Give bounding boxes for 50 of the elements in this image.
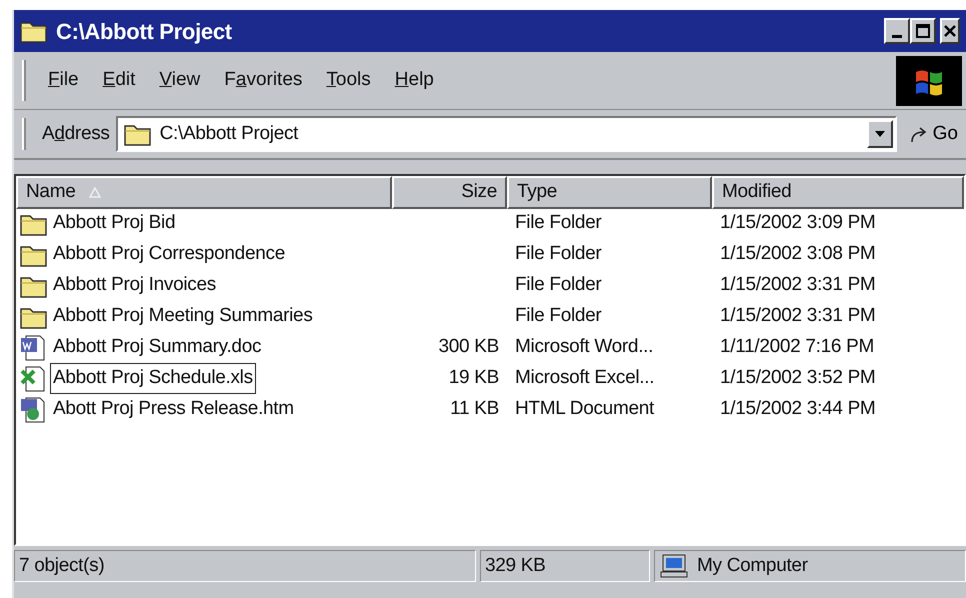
column-header[interactable]: Size bbox=[392, 176, 507, 208]
column-header[interactable]: Modified bbox=[712, 176, 964, 208]
minimize-icon bbox=[892, 34, 902, 38]
status-pane: My Computer bbox=[654, 550, 966, 582]
computer-icon bbox=[659, 553, 689, 579]
file-type: Microsoft Word... bbox=[515, 336, 654, 358]
file-type: File Folder bbox=[515, 212, 602, 234]
menu-item[interactable]: File bbox=[36, 66, 91, 95]
caret-icon bbox=[874, 131, 885, 137]
file-type: File Folder bbox=[515, 243, 602, 264]
file-name[interactable]: Abbott Proj Summary.doc bbox=[50, 332, 264, 363]
file-size: 300 KB bbox=[438, 336, 499, 358]
file-size: 19 KB bbox=[448, 367, 499, 388]
status-pane: 7 object(s) bbox=[14, 550, 476, 582]
file-size: 11 KB bbox=[450, 398, 499, 420]
file-type: Microsoft Excel... bbox=[515, 367, 654, 388]
menu-item[interactable]: Edit bbox=[90, 66, 148, 95]
modified-date: 1/15/2002 3:52 PM bbox=[720, 367, 876, 388]
file-type: HTML Document bbox=[515, 398, 654, 420]
maximize-icon bbox=[916, 24, 930, 38]
file-type: File Folder bbox=[515, 274, 602, 296]
modified-date: 1/15/2002 3:44 PM bbox=[720, 398, 876, 420]
minimize-button[interactable] bbox=[884, 18, 910, 44]
file-name[interactable]: Abbott Proj Meeting Summaries bbox=[50, 301, 316, 332]
status-pane: 329 KB bbox=[480, 550, 650, 582]
menu-item[interactable]: Tools bbox=[314, 66, 383, 95]
modified-date: 1/11/2002 7:16 PM bbox=[720, 336, 874, 358]
file-name[interactable]: Abbott Proj Schedule.xls bbox=[50, 363, 256, 394]
go-button[interactable]: Go bbox=[902, 120, 966, 148]
window-title: C:\Abbott Project bbox=[56, 18, 233, 46]
file-name[interactable]: Abbott Proj Correspondence bbox=[50, 239, 288, 270]
close-button[interactable] bbox=[940, 18, 960, 44]
dropdown-button[interactable] bbox=[866, 120, 893, 148]
address-field[interactable]: C:\Abbott Project bbox=[116, 116, 897, 152]
modified-date: 1/15/2002 3:08 PM bbox=[720, 243, 876, 264]
file-name[interactable]: Abott Proj Press Release.htm bbox=[50, 394, 297, 425]
address-label: Address bbox=[42, 122, 110, 146]
menu-item[interactable]: Help bbox=[382, 66, 446, 95]
modified-date: 1/15/2002 3:31 PM bbox=[720, 274, 876, 296]
column-header[interactable]: Name bbox=[16, 176, 392, 208]
file-name[interactable]: Abbott Proj Invoices bbox=[50, 270, 219, 301]
file-type: File Folder bbox=[515, 305, 602, 326]
menu-item[interactable]: View bbox=[147, 66, 212, 95]
menu-item[interactable]: Favorites bbox=[212, 66, 314, 95]
modified-date: 1/15/2002 3:31 PM bbox=[720, 305, 876, 326]
close-icon bbox=[943, 24, 957, 38]
file-name[interactable]: Abbott Proj Bid bbox=[50, 208, 178, 239]
column-header[interactable]: Type bbox=[507, 176, 712, 208]
modified-date: 1/15/2002 3:09 PM bbox=[720, 212, 876, 234]
maximize-button[interactable] bbox=[910, 18, 936, 44]
